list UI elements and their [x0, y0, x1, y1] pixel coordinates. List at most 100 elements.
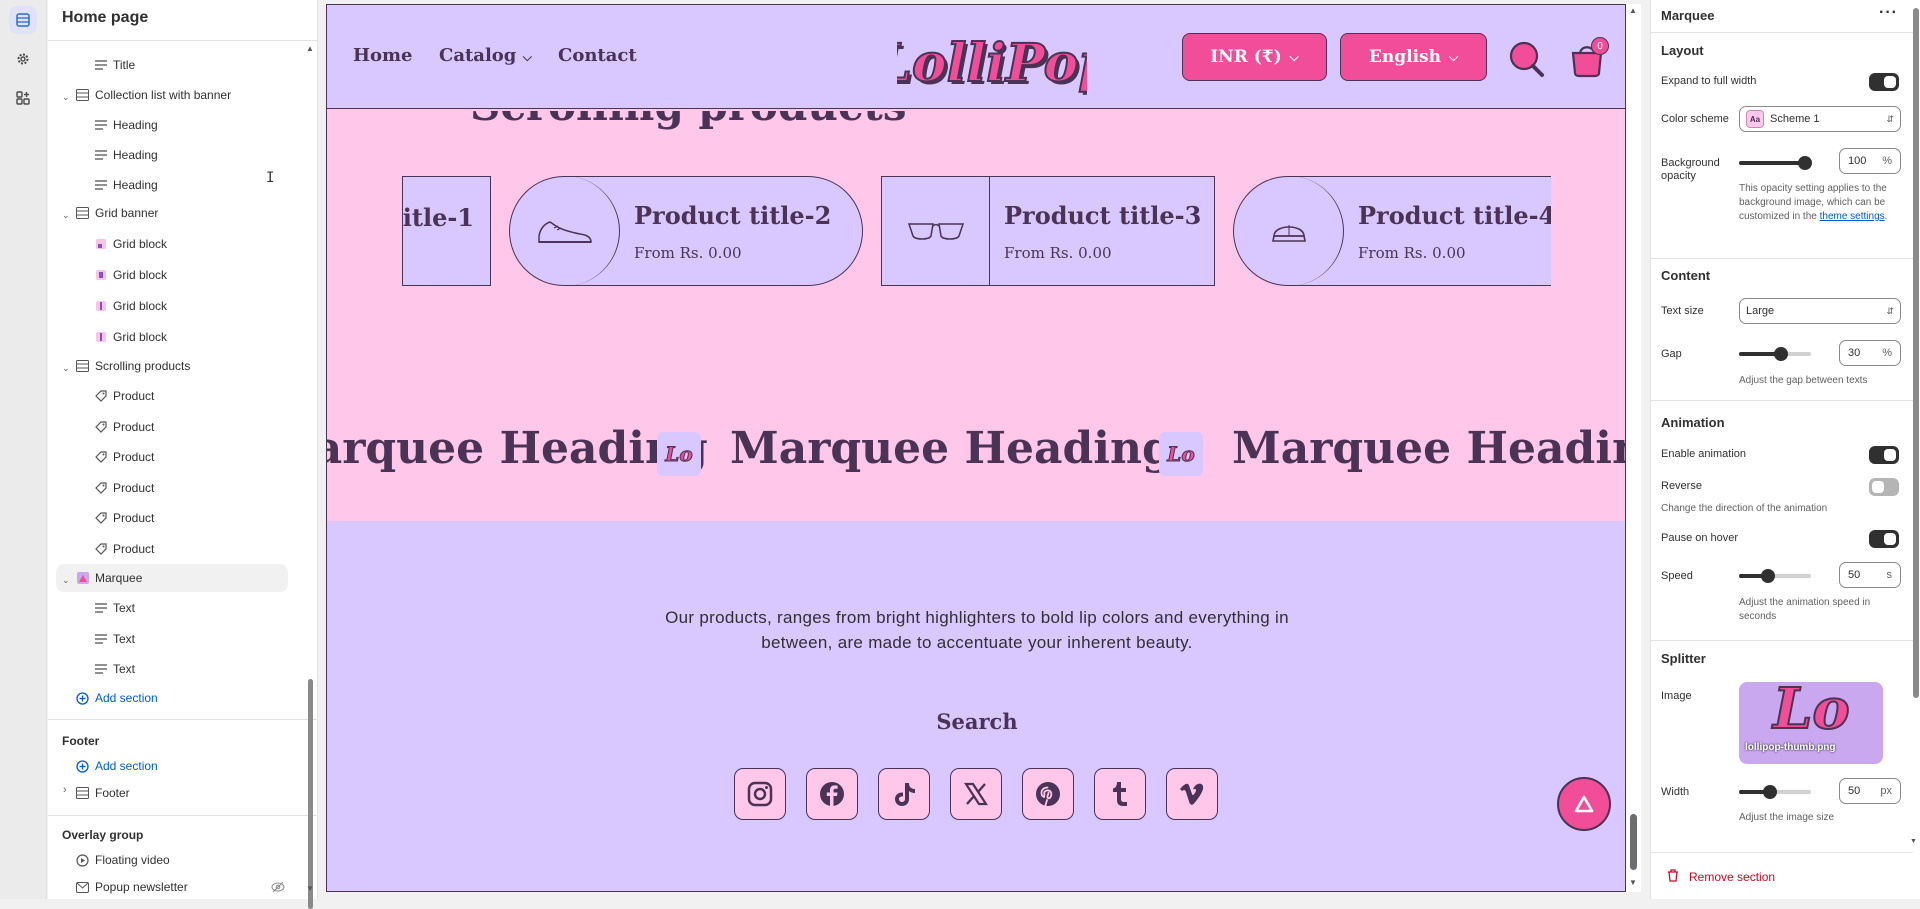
nav-home-link[interactable]: Home: [353, 45, 413, 66]
pause-on-hover-toggle[interactable]: [1869, 530, 1899, 548]
pinterest-icon[interactable]: [1022, 768, 1074, 820]
tree-item-text[interactable]: Text: [94, 625, 135, 653]
lollipop-logo[interactable]: LolliPop LolliPop: [872, 15, 1117, 105]
tree-section-popup-newsletter[interactable]: Popup newsletter: [76, 873, 188, 901]
tree-item-heading[interactable]: Heading: [94, 141, 158, 169]
thumbnail-icon: [94, 238, 107, 251]
chevron-right-icon[interactable]: ›: [63, 784, 67, 796]
shoe-icon: [510, 177, 620, 285]
enable-animation-toggle[interactable]: [1869, 446, 1899, 464]
nav-contact-link[interactable]: Contact: [558, 45, 637, 66]
reverse-toggle[interactable]: [1869, 478, 1899, 496]
chevron-down-icon[interactable]: ⌄: [62, 92, 70, 103]
bg-opacity-input[interactable]: 100%: [1839, 148, 1901, 174]
settings-scrollbar[interactable]: [1913, 8, 1919, 698]
scheme-swatch-icon: Aa: [1746, 110, 1764, 128]
select-arrows-icon: ⇵: [1886, 305, 1894, 316]
tree-item-product[interactable]: Product: [94, 474, 154, 502]
width-slider[interactable]: [1739, 785, 1811, 799]
tumblr-icon[interactable]: [1094, 768, 1146, 820]
tiktok-icon[interactable]: [878, 768, 930, 820]
back-to-top-button[interactable]: [1557, 777, 1611, 831]
tree-section-floating-video[interactable]: Floating video: [76, 846, 170, 874]
expand-full-width-toggle[interactable]: [1869, 73, 1899, 91]
tree-item-product[interactable]: Product: [94, 443, 154, 471]
chevron-down-icon[interactable]: ⌄: [62, 363, 70, 374]
eye-hidden-icon[interactable]: [271, 880, 285, 898]
tree-item-grid-block[interactable]: Grid block: [94, 230, 167, 258]
tree-item-text[interactable]: Text: [94, 594, 135, 622]
more-options-icon[interactable]: ···: [1879, 4, 1898, 22]
tree-item-product[interactable]: Product: [94, 535, 154, 563]
splitter-image-thumbnail[interactable]: Lo lollipop-thumb.png: [1739, 682, 1883, 764]
text-size-select[interactable]: Large ⇵: [1739, 298, 1901, 324]
sections-icon[interactable]: [9, 6, 37, 34]
text-block-icon: [94, 663, 107, 676]
thumbnail-icon: [94, 300, 107, 313]
product-price: From Rs. 0.00: [634, 243, 742, 262]
tree-item-grid-block[interactable]: Grid block: [94, 323, 167, 351]
tree-section-collection-list[interactable]: Collection list with banner: [76, 81, 231, 109]
chevron-down-icon[interactable]: ⌄: [62, 575, 70, 586]
bg-opacity-slider[interactable]: [1739, 156, 1812, 170]
footer-search-link[interactable]: Search: [327, 709, 1625, 734]
tag-icon: [94, 390, 107, 403]
language-selector[interactable]: English ⌵: [1340, 33, 1487, 81]
product-card[interactable]: Product title-3 From Rs. 0.00: [881, 176, 1215, 286]
tree-item-title[interactable]: Title: [94, 51, 135, 79]
tree-item-product[interactable]: Product: [94, 413, 154, 441]
currency-selector[interactable]: INR (₹) ⌵: [1182, 33, 1327, 81]
theme-settings-link[interactable]: theme settings: [1820, 211, 1885, 222]
tree-item-heading[interactable]: Heading: [94, 171, 158, 199]
gap-input[interactable]: 30%: [1839, 340, 1901, 366]
tree-scrollbar[interactable]: ▲ ▼: [306, 44, 314, 909]
tree-section-scrolling-products[interactable]: Scrolling products: [76, 352, 190, 380]
tree-section-footer[interactable]: Footer: [76, 779, 130, 807]
chevron-down-icon[interactable]: ⌄: [62, 210, 70, 221]
tag-icon: [94, 482, 107, 495]
marquee-heading: Marquee Heading: [327, 423, 708, 474]
svg-text:LolliPop: LolliPop: [897, 33, 1087, 94]
apps-icon[interactable]: [9, 84, 37, 112]
cart-icon[interactable]: 0: [1567, 37, 1609, 84]
speed-slider[interactable]: [1739, 569, 1811, 583]
tree-item-product[interactable]: Product: [94, 504, 154, 532]
preview-scrollbar[interactable]: ▲ ▼: [1626, 4, 1641, 892]
tree-item-grid-block[interactable]: Grid block: [94, 261, 167, 289]
search-icon[interactable]: [1507, 39, 1547, 84]
tree-item-heading[interactable]: Heading: [94, 111, 158, 139]
instagram-icon[interactable]: [734, 768, 786, 820]
tree-item-text[interactable]: Text: [94, 655, 135, 683]
select-arrows-icon: ⇵: [1886, 113, 1894, 124]
color-scheme-select[interactable]: Aa Scheme 1 ⇵: [1739, 106, 1901, 132]
tag-icon: [94, 451, 107, 464]
product-card[interactable]: itle-1: [402, 176, 491, 286]
add-footer-section-button[interactable]: Add section: [76, 752, 158, 780]
product-title: Product title-3: [1004, 200, 1202, 230]
tree-item-grid-block[interactable]: Grid block: [94, 292, 167, 320]
product-title: itle-1: [402, 203, 474, 232]
x-twitter-icon[interactable]: [950, 768, 1002, 820]
vimeo-icon[interactable]: [1166, 768, 1218, 820]
tree-section-marquee[interactable]: Marquee: [76, 564, 142, 592]
tree-item-product[interactable]: Product: [94, 382, 154, 410]
speed-input[interactable]: 50 s: [1839, 562, 1901, 588]
gear-icon[interactable]: [9, 45, 37, 73]
remove-section-button[interactable]: Remove section: [1667, 869, 1775, 885]
tree-section-grid-banner[interactable]: Grid banner: [76, 199, 158, 227]
text-block-icon: [94, 602, 107, 615]
text-cursor-icon: I: [266, 170, 275, 186]
layout-heading: Layout: [1661, 43, 1704, 58]
width-input[interactable]: 50 px: [1839, 778, 1901, 804]
product-card[interactable]: Product title-2 From Rs. 0.00: [509, 176, 863, 286]
product-title: Product title-4: [1358, 200, 1551, 230]
facebook-icon[interactable]: [806, 768, 858, 820]
product-card[interactable]: Product title-4 From Rs. 0.00: [1233, 176, 1551, 286]
about-text: Our products, ranges from bright highlig…: [665, 608, 1289, 652]
gap-slider[interactable]: [1739, 347, 1811, 361]
nav-catalog-link[interactable]: Catalog ⌵: [439, 45, 532, 66]
trash-icon: [1667, 869, 1679, 885]
text-block-icon: [94, 149, 107, 162]
store-preview: Scrolling products itle-1 Product title-…: [326, 4, 1626, 892]
add-section-button[interactable]: Add section: [76, 684, 158, 712]
